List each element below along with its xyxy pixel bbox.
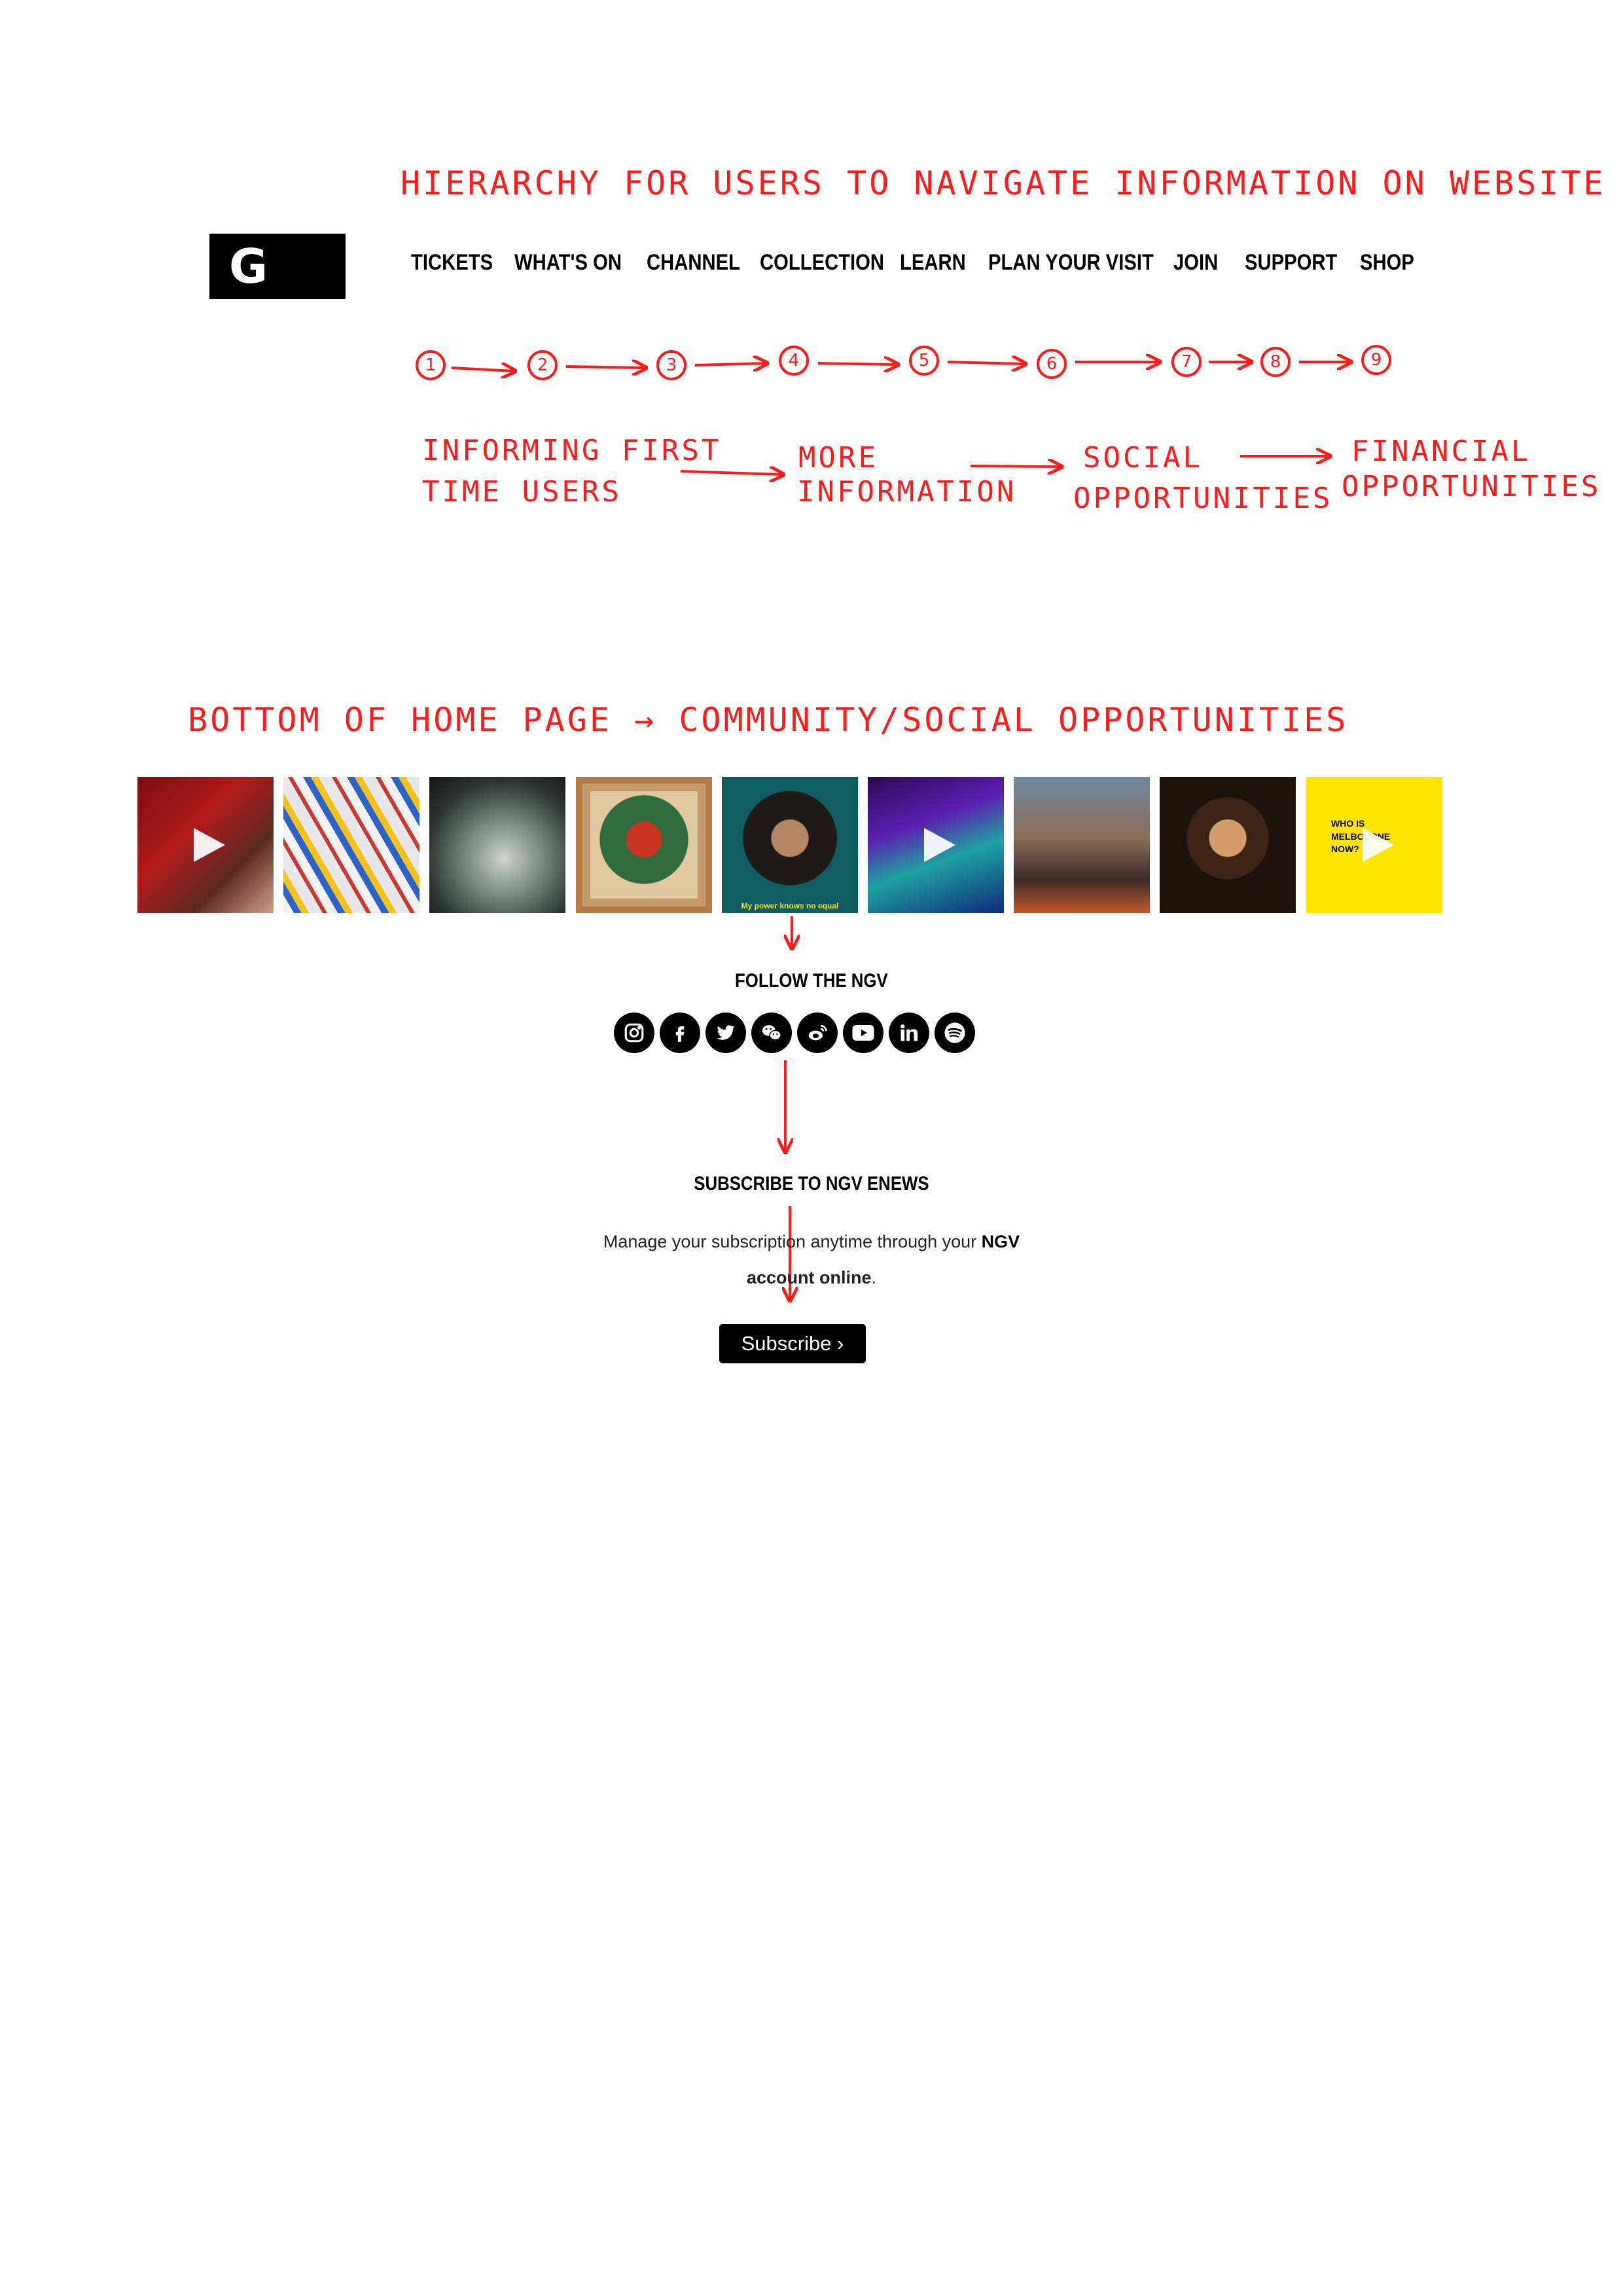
spotify-icon[interactable] (935, 1013, 975, 1053)
step-arrow-4-5 (817, 363, 897, 365)
stage-4-label-line1: FINANCIAL (1351, 435, 1531, 468)
step-arrow-1-2 (451, 368, 514, 371)
stage-3-label-line1: SOCIAL (1083, 441, 1203, 475)
linkedin-icon[interactable] (889, 1013, 929, 1053)
subscribe-text: Manage your subscription anytime through… (603, 1232, 982, 1251)
stage-2-label-line1: MORE (798, 441, 878, 475)
account-online-link[interactable]: account online (747, 1268, 872, 1287)
step-arrow-2-3 (565, 367, 645, 368)
step-8-circle: 8 (1260, 347, 1291, 377)
nav-item-shop[interactable]: SHOP (1360, 250, 1416, 276)
feed-tile-9[interactable]: WHO IS MELBOURNE NOW? (1306, 777, 1442, 913)
stage-2-label-line2: INFORMATION (797, 475, 1017, 509)
step-arrow-5-6 (947, 362, 1024, 364)
feed-tile-3[interactable] (429, 777, 565, 913)
step-2-circle: 2 (527, 350, 558, 380)
feed-tile-8[interactable] (1160, 777, 1296, 913)
nav-item-plan-your-visit[interactable]: PLAN YOUR VISIT (988, 250, 1154, 276)
play-icon (194, 828, 225, 862)
feed-tile-7[interactable] (1014, 777, 1150, 913)
main-nav: TICKETS WHAT'S ON CHANNEL COLLECTION LEA… (411, 250, 1425, 276)
step-1-circle: 1 (416, 350, 446, 380)
step-6-circle: 6 (1037, 349, 1067, 379)
social-icons (614, 1013, 975, 1053)
nav-item-channel[interactable]: CHANNEL (647, 250, 744, 276)
play-icon (1363, 828, 1394, 862)
feed-tile-5-caption: My power knows no equal (741, 901, 839, 910)
step-7-circle: 7 (1171, 347, 1202, 377)
subscribe-text-end: . (871, 1268, 877, 1287)
subscribe-title-wrapper: SUBSCRIBE TO NGV ENEWS (0, 1173, 1623, 1195)
feed-tile-4[interactable] (576, 777, 712, 913)
stage-arrow-1-2 (680, 471, 782, 475)
twitter-icon[interactable] (705, 1013, 746, 1053)
instagram-icon[interactable] (614, 1013, 654, 1053)
play-icon (924, 828, 955, 862)
stage-3-label-line2: OPPORTUNITIES (1073, 482, 1333, 515)
feed-tile-2[interactable] (283, 777, 419, 913)
follow-section-title-wrapper: FOLLOW THE NGV (0, 970, 1623, 992)
feed-tile-6[interactable] (868, 777, 1004, 913)
step-4-circle: 4 (779, 346, 809, 376)
step-arrow-3-4 (694, 363, 766, 365)
feed-tile-4-artwork (590, 791, 698, 899)
annotation-hierarchy-title: HIERARCHY FOR USERS TO NAVIGATE INFORMAT… (401, 164, 1606, 202)
feed-tile-1[interactable] (137, 777, 274, 913)
annotation-bottom-title: BOTTOM OF HOME PAGE → COMMUNITY/SOCIAL O… (188, 701, 1349, 739)
stage-arrow-2-3 (970, 466, 1060, 467)
follow-title: FOLLOW THE NGV (735, 970, 888, 992)
step-9-circle: 9 (1361, 345, 1391, 375)
stage-4-label-line2: OPPORTUNITIES (1342, 470, 1601, 503)
nav-item-join[interactable]: JOIN (1173, 250, 1235, 276)
nav-item-support[interactable]: SUPPORT (1245, 250, 1344, 276)
wechat-icon[interactable] (751, 1013, 792, 1053)
subscribe-description: Manage your subscription anytime through… (0, 1232, 1623, 1252)
stage-1-label-line2: TIME USERS (422, 475, 622, 509)
step-5-circle: 5 (909, 346, 939, 376)
feed-tile-5[interactable]: My power knows no equal (722, 777, 858, 913)
step-3-circle: 3 (656, 350, 687, 380)
subscribe-title: SUBSCRIBE TO NGV ENEWS (694, 1173, 929, 1194)
nav-item-collection[interactable]: COLLECTION (760, 250, 884, 276)
ngv-account-link[interactable]: NGV (982, 1232, 1020, 1251)
subscribe-description-line2: account online. (0, 1268, 1623, 1288)
weibo-icon[interactable] (797, 1013, 838, 1053)
stage-1-label-line1: INFORMING FIRST (422, 434, 722, 467)
nav-item-whats-on[interactable]: WHAT'S ON (514, 250, 628, 276)
ngv-logo[interactable]: N G V (209, 184, 346, 349)
nav-item-tickets[interactable]: TICKETS (411, 250, 500, 276)
youtube-icon[interactable] (843, 1013, 883, 1053)
nav-item-learn[interactable]: LEARN (900, 250, 976, 276)
facebook-icon[interactable] (660, 1013, 700, 1053)
subscribe-button[interactable]: Subscribe › (719, 1324, 866, 1363)
